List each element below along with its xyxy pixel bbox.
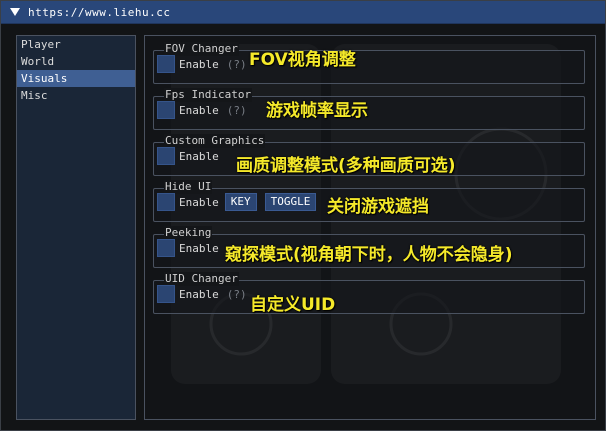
sidebar-item-visuals[interactable]: Visuals	[17, 70, 135, 87]
annotation-fps: 游戏帧率显示	[266, 101, 368, 121]
app-window: https://www.liehu.cc Player World Visual…	[0, 0, 606, 431]
enable-label: Enable	[179, 57, 219, 71]
title-bar[interactable]: https://www.liehu.cc	[1, 1, 605, 24]
sidebar-nav: Player World Visuals Misc	[16, 35, 136, 420]
sidebar-item-world[interactable]: World	[17, 53, 135, 70]
key-button[interactable]: KEY	[224, 193, 257, 211]
fps-indicator-group: Fps Indicator Enable (?) 游戏帧率显示	[153, 88, 585, 130]
peeking-checkbox[interactable]	[157, 239, 175, 257]
collapse-arrow-icon[interactable]	[10, 7, 20, 17]
annotation-uid: 自定义UID	[250, 295, 336, 315]
enable-label: Enable	[179, 149, 219, 163]
fov-changer-group: FOV Changer Enable (?) FOV视角调整	[153, 42, 585, 84]
hide-ui-checkbox[interactable]	[157, 193, 175, 211]
fps-indicator-checkbox[interactable]	[157, 101, 175, 119]
annotation-graphics: 画质调整模式(多种画质可选)	[236, 156, 456, 176]
enable-label: Enable	[179, 241, 219, 255]
toggle-button[interactable]: TOGGLE	[264, 193, 317, 211]
enable-label: Enable	[179, 195, 219, 209]
help-marker[interactable]: (?)	[227, 288, 247, 301]
custom-graphics-group: Custom Graphics Enable 画质调整模式(多种画质可选)	[153, 134, 585, 176]
fov-changer-checkbox[interactable]	[157, 55, 175, 73]
annotation-peeking: 窥探模式(视角朝下时，人物不会隐身)	[225, 245, 513, 265]
window-title: https://www.liehu.cc	[28, 5, 171, 19]
enable-label: Enable	[179, 103, 219, 117]
annotation-hide-ui: 关闭游戏遮挡	[327, 197, 429, 217]
sidebar-item-player[interactable]: Player	[17, 36, 135, 53]
uid-changer-group: UID Changer Enable (?) 自定义UID	[153, 272, 585, 315]
help-marker[interactable]: (?)	[227, 104, 247, 117]
visuals-panel: FOV Changer Enable (?) FOV视角调整 Fps Indic…	[144, 35, 596, 420]
hide-ui-group: Hide UI Enable KEY TOGGLE 关闭游戏遮挡	[153, 180, 585, 222]
custom-graphics-checkbox[interactable]	[157, 147, 175, 165]
peeking-group: Peeking Enable 窥探模式(视角朝下时，人物不会隐身)	[153, 226, 585, 268]
sidebar-item-misc[interactable]: Misc	[17, 87, 135, 104]
enable-label: Enable	[179, 287, 219, 301]
annotation-fov: FOV视角调整	[249, 50, 356, 70]
uid-changer-checkbox[interactable]	[157, 285, 175, 303]
help-marker[interactable]: (?)	[227, 58, 247, 71]
